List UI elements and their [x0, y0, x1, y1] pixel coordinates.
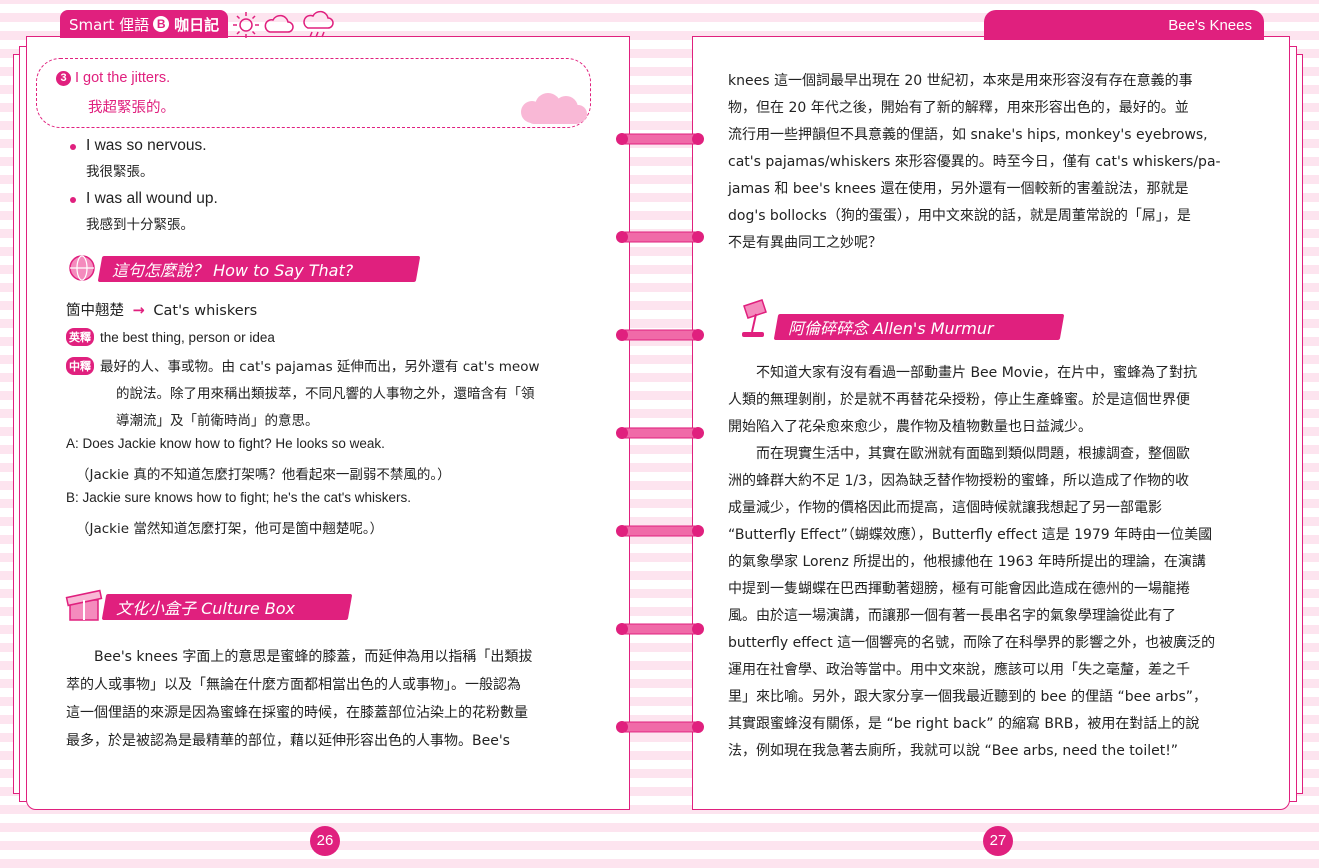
book-title-prefix: Smart 俚語 [69, 15, 150, 34]
rain-cloud-icon [303, 10, 334, 38]
murmur-line: 中提到一隻蝴蝶在巴西揮動著翅膀，極有可能會因此造成在德州的一場龍捲 [728, 581, 1190, 597]
murmur-line: 運用在社會學、政治等當中。用中文來說，應該可以用「失之毫釐，差之千 [728, 662, 1190, 678]
example-b-en: B: Jackie sure knows how to fight; he's … [66, 490, 412, 505]
key-phrase-box [36, 58, 591, 128]
alternative-en: I was all wound up. [86, 190, 218, 207]
culture-box-banner: 文化小盒子 Culture Box [101, 594, 353, 620]
binder-ring-icon [616, 721, 704, 733]
binder-ring-icon [616, 133, 704, 145]
desk-lamp-icon [742, 299, 767, 337]
example-a-en: A: Does Jackie know how to fight? He loo… [66, 436, 385, 451]
murmur-title: 阿倫碎碎念 Allen's Murmur [788, 319, 994, 338]
murmur-line: 其實跟蜜蜂沒有關係，是 “be right back” 的縮寫 BRB，被用在對… [728, 716, 1200, 732]
definition-zh-line: 的說法。除了用來稱出類拔萃，不同凡響的人事物之外，還暗含有「領 [116, 386, 535, 402]
definition-en: the best thing, person or idea [100, 330, 275, 345]
murmur-line: 里」來比喻。另外，跟大家分享一個我最近聽到的 bee 的俚語 “bee arbs… [728, 689, 1208, 705]
culture-box-line: 這一個俚語的來源是因為蜜蜂在採蜜的時候，在膝蓋部位沾染上的花粉數量 [66, 705, 528, 721]
cloud-decoration-icon [521, 93, 587, 124]
murmur-banner: 阿倫碎碎念 Allen's Murmur [773, 314, 1065, 340]
murmur-line: 而在現實生活中，其實在歐洲就有面臨到類似問題，根據調查，整個歐 [728, 446, 1190, 462]
alternative-en: I was so nervous. [86, 137, 207, 154]
term-row: 箇中翹楚 → Cat's whiskers [66, 299, 257, 320]
cloud-icon [264, 14, 294, 33]
definition-en-row: 英釋 the best thing, person or idea [66, 328, 275, 346]
gift-box-icon [65, 589, 103, 621]
culture-box-line: 最多，於是被認為是最精華的部位，藉以延伸形容出色的人事物。Bee's [66, 733, 510, 749]
murmur-line: 人類的無理剝削，於是就不再替花朵授粉，停止生產蜂蜜。於是這個世界便 [728, 392, 1190, 408]
term-en: Cat's whiskers [153, 303, 258, 319]
murmur-line: 風。由於這一場演講，而讓那一個有著一長串名字的氣象學理論從此有了 [728, 608, 1176, 624]
murmur-line: 成量減少，作物的價格因此而提高，這個時候就讓我想起了另一部電影 [728, 500, 1162, 516]
murmur-line: “Butterfly Effect”（蝴蝶效應），Butterfly effec… [728, 527, 1213, 543]
murmur-line: 洲的蜂群大約不足 1/3，因為缺乏替作物授粉的蜜蜂，所以造成了作物的收 [728, 473, 1189, 489]
binder-ring-icon [616, 427, 704, 439]
how-to-say-title: 這句怎麼說？ How to Say That? [112, 261, 354, 280]
bullet-icon [70, 144, 76, 150]
culture-box-title: 文化小盒子 Culture Box [116, 599, 296, 618]
how-to-say-banner: 這句怎麼說？ How to Say That? [97, 256, 421, 282]
term-zh: 箇中翹楚 [66, 303, 124, 319]
alternative-zh: 我很緊張。 [86, 164, 154, 180]
alternative-zh: 我感到十分緊張。 [86, 217, 194, 233]
continued-line: 不是有異曲同工之妙呢？ [728, 235, 882, 251]
example-b-zh: （Jackie 當然知道怎麼打架，他可是箇中翹楚呢。） [76, 521, 384, 537]
murmur-line: 不知道大家有沒有看過一部動畫片 Bee Movie，在片中，蜜蜂為了對抗 [728, 365, 1198, 381]
page-number-left: 26 [310, 826, 340, 856]
definition-zh-row: 中釋 最好的人、事或物。由 cat's pajamas 延伸而出，另外還有 cat… [66, 355, 540, 375]
example-a-zh: （Jackie 真的不知道怎麼打架嗎？他看起來一副弱不禁風的。） [76, 467, 451, 483]
chapter-title-tab: Bee's Knees [984, 10, 1264, 40]
key-phrase-en-text: I got the jitters. [75, 70, 171, 86]
continued-line: 物，但在 20 年代之後，開始有了新的解釋，用來形容出色的，最好的。並 [728, 100, 1189, 116]
binder-ring-icon [616, 623, 704, 635]
book-title-badge: B [153, 16, 170, 32]
book-title-suffix: 咖日記 [174, 15, 220, 34]
murmur-line: butterfly effect 這一個響亮的名號，而除了在科學界的影響之外，也… [728, 635, 1216, 651]
tag-chinese: 中釋 [66, 357, 94, 375]
chapter-title: Bee's Knees [1168, 17, 1252, 34]
continued-line: 流行用一些押韻但不具意義的俚語，如 snake's hips, monkey's… [728, 127, 1208, 143]
sun-icon [233, 12, 259, 38]
definition-zh-line: 最好的人、事或物。由 cat's pajamas 延伸而出，另外還有 cat's… [100, 359, 540, 375]
continued-line: knees 這一個詞最早出現在 20 世紀初，本來是用來形容沒有存在意義的事 [728, 73, 1193, 89]
continued-line: dog's bollocks（狗的蛋蛋），用中文來說的話，就是周董常說的「屌」，… [728, 208, 1191, 224]
continued-line: jamas 和 bee's knees 還在使用，另外還有一個較新的害羞說法，那… [728, 181, 1189, 197]
weather-icons [233, 10, 334, 38]
key-phrase-en: 3 I got the jitters. [56, 70, 170, 86]
binder-ring-icon [616, 329, 704, 341]
binder-ring-icon [616, 525, 704, 537]
murmur-line: 開始陷入了花朵愈來愈少，農作物及植物數量也日益減少。 [728, 419, 1092, 435]
arrow-icon: → [132, 303, 145, 319]
phrase-number-badge: 3 [56, 71, 71, 86]
tag-english: 英釋 [66, 328, 94, 346]
globe-icon [69, 255, 95, 281]
continued-line: cat's pajamas/whiskers 來形容優異的。時至今日，僅有 ca… [728, 154, 1221, 170]
bullet-icon [70, 197, 76, 203]
murmur-line: 的氣象學家 Lorenz 所提出的，他根據他在 1963 年時所提出的理論，在演… [728, 554, 1206, 570]
page-number-right: 27 [983, 826, 1013, 856]
culture-box-line: Bee's knees 字面上的意思是蜜蜂的膝蓋，而延伸為用以指稱「出類拔 [66, 649, 533, 665]
culture-box-line: 萃的人或事物」以及「無論在什麼方面都相當出色的人或事物」。一般認為 [66, 677, 521, 693]
definition-zh-line: 導潮流」及「前衛時尚」的意思。 [116, 413, 319, 429]
book-title-tab: Smart 俚語 B 咖日記 [60, 10, 228, 38]
murmur-line: 法，例如現在我急著去廁所，我就可以說 “Bee arbs, need the t… [728, 743, 1179, 759]
key-phrase-zh: 我超緊張的。 [88, 100, 175, 116]
binder-ring-icon [616, 231, 704, 243]
